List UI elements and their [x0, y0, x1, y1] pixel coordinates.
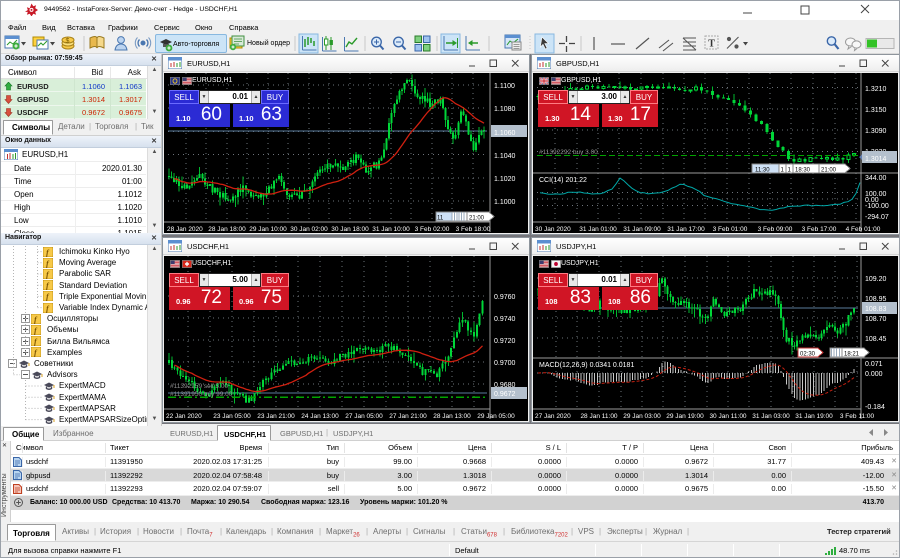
svg-text:29 Jan 03:00: 29 Jan 03:00 — [623, 413, 661, 419]
svg-text:0.071: 0.071 — [865, 361, 883, 368]
svg-text:27 Jan 21:00: 27 Jan 21:00 — [389, 413, 427, 419]
svg-text:0.9720: 0.9720 — [494, 338, 516, 345]
svg-text:21:00: 21:00 — [821, 168, 837, 174]
svg-text:0.9760: 0.9760 — [494, 294, 516, 301]
svg-text:21:00: 21:00 — [469, 216, 485, 222]
svg-text:0.9740: 0.9740 — [494, 316, 516, 323]
svg-text:1.3150: 1.3150 — [865, 107, 887, 114]
svg-text:3 Feb 02:00: 3 Feb 02:00 — [415, 226, 450, 232]
svg-text:3 Feb 17:00: 3 Feb 17:00 — [802, 226, 837, 232]
svg-text:31 Jan 09:00: 31 Jan 09:00 — [623, 226, 661, 232]
svg-text:#11391950 buy 99.00: #11391950 buy 99.00 — [170, 391, 233, 398]
svg-text:109.20: 109.20 — [865, 276, 887, 283]
svg-text:1.1020: 1.1020 — [494, 176, 516, 183]
svg-text:11: 11 — [437, 216, 444, 222]
svg-text:108.45: 108.45 — [865, 336, 887, 343]
svg-text:108.83: 108.83 — [865, 306, 887, 313]
svg-text:27 Jan 2020: 27 Jan 2020 — [535, 413, 571, 419]
svg-text:11:30: 11:30 — [755, 168, 770, 174]
svg-text:0.9672: 0.9672 — [494, 391, 516, 398]
svg-text:02:30: 02:30 — [800, 352, 816, 358]
svg-text:23 Jan 21:00: 23 Jan 21:00 — [257, 413, 295, 419]
svg-text:31 Jan 19:00: 31 Jan 19:00 — [795, 413, 833, 419]
svg-text:0.000: 0.000 — [865, 371, 883, 378]
svg-text:1.3210: 1.3210 — [865, 86, 887, 93]
svg-text:30 Jan 2020: 30 Jan 2020 — [535, 226, 571, 232]
svg-text:31 Jan 03:00: 31 Jan 03:00 — [752, 413, 790, 419]
svg-text:29 Jan 05:00: 29 Jan 05:00 — [477, 413, 515, 419]
svg-text:0.9700: 0.9700 — [494, 360, 516, 367]
svg-text:4 Feb 01:00: 4 Feb 01:00 — [846, 226, 881, 232]
svg-text:18:21: 18:21 — [844, 352, 860, 358]
svg-text:1.1080: 1.1080 — [494, 106, 516, 113]
svg-text:1.1100: 1.1100 — [494, 83, 515, 90]
svg-text:29 Jan 19:00: 29 Jan 19:00 — [666, 413, 704, 419]
svg-text:108.70: 108.70 — [865, 316, 887, 323]
svg-text:1.3014: 1.3014 — [865, 156, 887, 163]
svg-text:-100.00: -100.00 — [865, 203, 889, 210]
svg-text:344.00: 344.00 — [865, 175, 887, 182]
svg-text:31 Jan 10:00: 31 Jan 10:00 — [372, 226, 410, 232]
svg-text:29 Jan 10:00: 29 Jan 10:00 — [249, 226, 287, 232]
svg-text:28 Jan 18:00: 28 Jan 18:00 — [208, 226, 246, 232]
svg-text:108.95: 108.95 — [865, 296, 887, 303]
svg-text:31 Jan 17:00: 31 Jan 17:00 — [667, 226, 705, 232]
svg-text:22 Jan 2020: 22 Jan 2020 — [166, 413, 202, 419]
svg-text:1.1040: 1.1040 — [494, 153, 516, 160]
svg-text:28 Jan 2020: 28 Jan 2020 — [167, 226, 203, 232]
svg-text:#11392292 buy 3.00: #11392292 buy 3.00 — [539, 149, 598, 156]
svg-text:28 Jan 13:00: 28 Jan 13:00 — [433, 413, 471, 419]
svg-text:30 Jan 02:00: 30 Jan 02:00 — [290, 226, 328, 232]
svg-text:3 Feb 11:00: 3 Feb 11:00 — [840, 413, 875, 419]
svg-text:28 Jan 11:00: 28 Jan 11:00 — [580, 413, 617, 419]
svg-text:1.3090: 1.3090 — [865, 128, 887, 135]
svg-text:3 Feb 09:00: 3 Feb 09:00 — [758, 226, 793, 232]
svg-text:1.1000: 1.1000 — [494, 199, 516, 206]
svg-text:3 Feb 01:00: 3 Feb 01:00 — [713, 226, 748, 232]
svg-text:#11392259 sell 5.00: #11392259 sell 5.00 — [170, 383, 228, 390]
svg-text:CCI(14) 201.22: CCI(14) 201.22 — [539, 177, 587, 184]
svg-text:3 Feb 18:00: 3 Feb 18:00 — [456, 226, 491, 232]
svg-text:27 Jan 05:00: 27 Jan 05:00 — [345, 413, 383, 419]
svg-text:24 Jan 13:00: 24 Jan 13:00 — [301, 413, 339, 419]
svg-text:T: T — [708, 39, 715, 50]
svg-text:-294.07: -294.07 — [865, 214, 889, 221]
svg-text:30 Jan 11:00: 30 Jan 11:00 — [709, 413, 746, 419]
svg-text:23 Jan 05:00: 23 Jan 05:00 — [213, 413, 251, 419]
svg-text:31 Jan 01:00: 31 Jan 01:00 — [579, 226, 617, 232]
svg-text:30 Jan 18:00: 30 Jan 18:00 — [331, 226, 369, 232]
svg-text:1.1060: 1.1060 — [494, 130, 516, 137]
svg-text:MACD(12,26,9) 0.0341 0.0181: MACD(12,26,9) 0.0341 0.0181 — [539, 362, 634, 369]
svg-text:-0.184: -0.184 — [865, 404, 885, 411]
svg-text:18:30: 18:30 — [795, 168, 811, 174]
